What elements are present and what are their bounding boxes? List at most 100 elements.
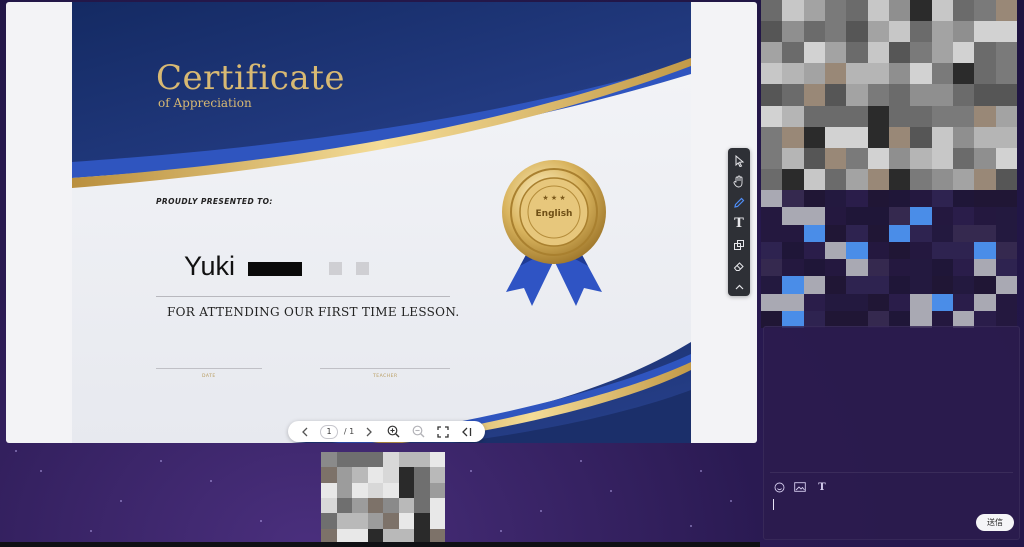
- mosaic-cell: [367, 482, 383, 498]
- mosaic-cell: [825, 190, 847, 208]
- mosaic-cell: [889, 293, 911, 311]
- mosaic-cell: [825, 147, 847, 169]
- mosaic-cell: [825, 0, 847, 22]
- mosaic-cell: [825, 276, 847, 294]
- drawing-toolbar: T: [728, 148, 750, 296]
- mosaic-cell: [953, 276, 975, 294]
- mosaic-cell: [953, 126, 975, 148]
- mosaic-cell: [414, 513, 430, 529]
- mosaic-cell: [398, 513, 414, 529]
- mosaic-cell: [761, 207, 783, 225]
- mosaic-cell: [761, 42, 783, 64]
- mosaic-cell: [995, 0, 1017, 22]
- chevron-left-icon[interactable]: [298, 421, 312, 442]
- mosaic-cell: [761, 259, 783, 277]
- pen-icon[interactable]: [728, 192, 750, 213]
- mosaic-cell: [953, 147, 975, 169]
- star: [120, 500, 122, 502]
- mosaic-cell: [974, 63, 996, 85]
- mosaic-cell: [889, 63, 911, 85]
- mosaic-cell: [953, 224, 975, 242]
- text-icon[interactable]: T: [728, 213, 750, 234]
- mosaic-cell: [429, 467, 445, 483]
- mosaic-cell: [931, 276, 953, 294]
- mosaic-cell: [352, 467, 368, 483]
- page-number-input[interactable]: 1: [319, 421, 339, 442]
- mosaic-cell: [825, 207, 847, 225]
- mosaic-cell: [782, 168, 804, 190]
- mosaic-cell: [761, 63, 783, 85]
- zoom-out-icon[interactable]: [409, 421, 427, 442]
- shape-icon[interactable]: [728, 234, 750, 255]
- mosaic-cell: [953, 21, 975, 43]
- chat-history: [761, 190, 1017, 328]
- mosaic-cell: [974, 241, 996, 259]
- chat-input[interactable]: [773, 499, 774, 510]
- star: [730, 500, 732, 502]
- image-icon[interactable]: [793, 480, 807, 494]
- mosaic-cell: [953, 105, 975, 127]
- mosaic-cell: [803, 126, 825, 148]
- mosaic-cell: [825, 241, 847, 259]
- teacher-line: [320, 368, 450, 369]
- mosaic-cell: [429, 482, 445, 498]
- mosaic-cell: [803, 84, 825, 106]
- text-format-icon[interactable]: T: [815, 480, 829, 494]
- mosaic-cell: [321, 513, 337, 529]
- bottom-bar: [0, 542, 760, 547]
- mosaic-cell: [846, 241, 868, 259]
- star: [700, 470, 702, 472]
- mosaic-cell: [867, 241, 889, 259]
- mosaic-cell: [825, 63, 847, 85]
- mosaic-cell: [825, 224, 847, 242]
- mosaic-cell: [782, 0, 804, 22]
- mosaic-cell: [761, 224, 783, 242]
- star: [260, 520, 262, 522]
- mosaic-cell: [867, 42, 889, 64]
- mosaic-cell: [398, 467, 414, 483]
- mosaic-cell: [867, 21, 889, 43]
- mosaic-cell: [910, 0, 932, 22]
- mosaic-cell: [889, 42, 911, 64]
- mosaic-cell: [931, 126, 953, 148]
- mosaic-cell: [974, 293, 996, 311]
- collapse-left-icon[interactable]: [458, 421, 476, 442]
- certificate-title: Certificate: [156, 58, 345, 98]
- select-cursor-icon[interactable]: [728, 150, 750, 171]
- mosaic-cell: [846, 126, 868, 148]
- svg-text:English: English: [536, 209, 573, 219]
- mosaic-cell: [352, 482, 368, 498]
- mosaic-cell: [974, 224, 996, 242]
- mosaic-cell: [803, 147, 825, 169]
- mosaic-cell: [398, 497, 414, 514]
- mosaic-cell: [867, 126, 889, 148]
- mosaic-cell: [803, 0, 825, 22]
- mosaic-cell: [931, 63, 953, 85]
- chevron-right-icon[interactable]: [362, 421, 376, 442]
- mosaic-cell: [974, 0, 996, 22]
- mosaic-cell: [995, 241, 1017, 259]
- whiteboard[interactable]: Certificate of Appreciation PROUDLY PRES…: [6, 2, 757, 443]
- zoom-in-icon[interactable]: [384, 421, 402, 442]
- mosaic-cell: [761, 147, 783, 169]
- send-button[interactable]: 送信: [976, 514, 1014, 531]
- mosaic-cell: [782, 84, 804, 106]
- mosaic-cell: [367, 497, 383, 514]
- mosaic-cell: [974, 168, 996, 190]
- mosaic-cell: [953, 207, 975, 225]
- fullscreen-icon[interactable]: [434, 421, 452, 442]
- eraser-icon[interactable]: [728, 255, 750, 276]
- mosaic-cell: [953, 293, 975, 311]
- mosaic-cell: [803, 293, 825, 311]
- mosaic-cell: [974, 190, 996, 208]
- hand-icon[interactable]: [728, 171, 750, 192]
- chevron-up-icon[interactable]: [728, 276, 750, 297]
- emoji-icon[interactable]: [772, 480, 786, 494]
- chat-panel: T 送信: [763, 326, 1020, 540]
- star: [160, 460, 162, 462]
- pixelated-video: [761, 0, 1017, 190]
- teacher-label: TEACHER: [373, 374, 398, 379]
- mosaic-cell: [825, 259, 847, 277]
- mosaic-cell: [995, 293, 1017, 311]
- mosaic-cell: [931, 84, 953, 106]
